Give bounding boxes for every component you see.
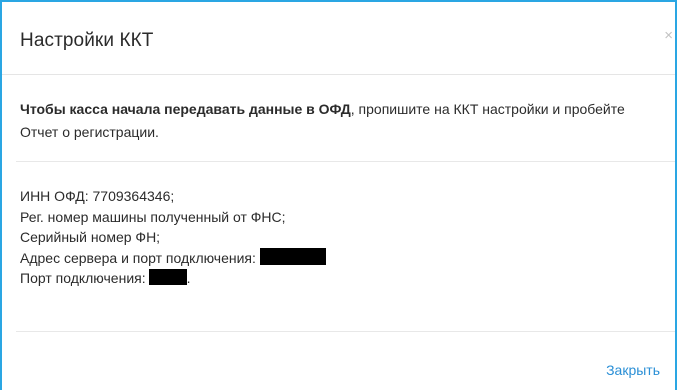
instruction-text: Чтобы касса начала передавать данные в О… bbox=[20, 98, 656, 144]
server-line: Адрес сервера и порт подключения: bbox=[20, 247, 326, 269]
redacted-server-address bbox=[259, 247, 326, 265]
inn-line: ИНН ОФД: 7709364346; bbox=[20, 188, 175, 204]
close-button[interactable]: Закрыть bbox=[606, 362, 660, 378]
divider-top bbox=[16, 161, 675, 162]
instruction-bold: Чтобы касса начала передавать данные в О… bbox=[20, 101, 351, 117]
redacted-port bbox=[148, 269, 187, 285]
port-suffix: . bbox=[186, 270, 191, 286]
settings-dialog: Настройки ККТ × Чтобы касса начала перед… bbox=[0, 0, 677, 390]
server-label: Адрес сервера и порт подключения: bbox=[20, 249, 256, 266]
dialog-header: Настройки ККТ × bbox=[2, 2, 675, 75]
serial-line: Серийный номер ФН; bbox=[20, 229, 161, 245]
port-line: Порт подключения:. bbox=[20, 268, 326, 289]
divider-bottom bbox=[16, 331, 675, 332]
port-label: Порт подключения: bbox=[20, 270, 146, 286]
settings-list: ИНН ОФД: 7709364346; Рег. номер машины п… bbox=[20, 186, 326, 289]
reg-number-line: Рег. номер машины полученный от ФНС; bbox=[20, 208, 286, 225]
dialog-title: Настройки ККТ bbox=[20, 30, 154, 51]
close-icon[interactable]: × bbox=[664, 27, 673, 44]
